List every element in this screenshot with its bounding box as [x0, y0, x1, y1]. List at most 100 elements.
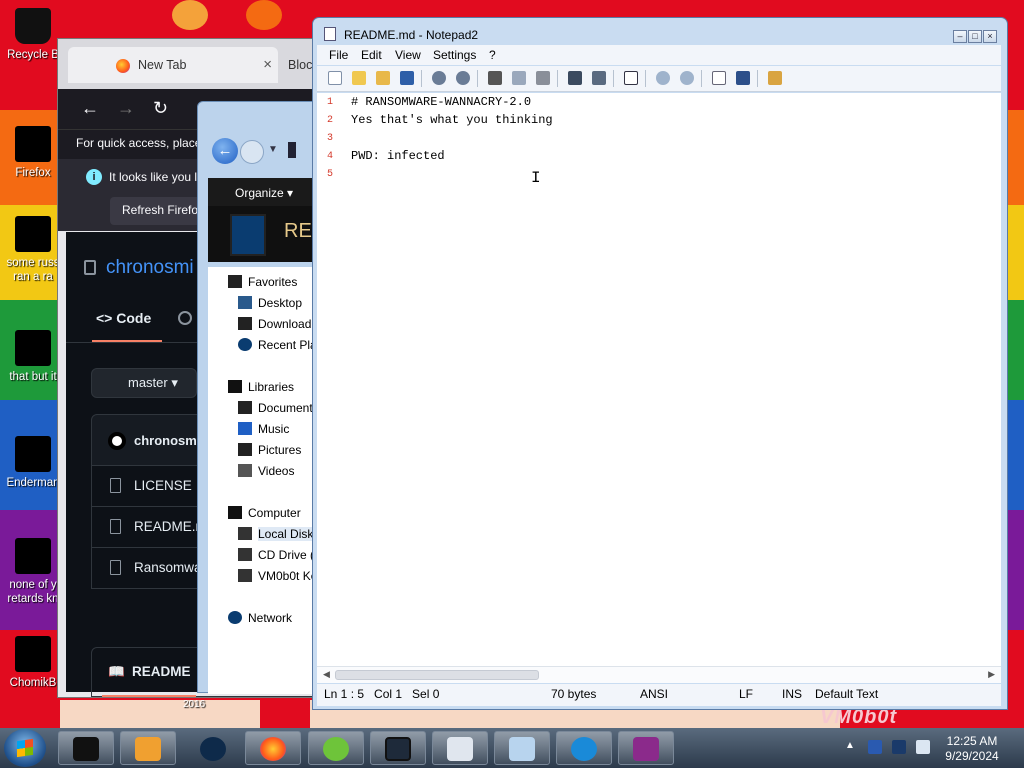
tray-icon[interactable]: [892, 740, 906, 754]
nav-recent-places[interactable]: Recent Pla: [238, 338, 317, 352]
nav-computer[interactable]: Computer: [228, 506, 301, 520]
show-hidden-icons-button[interactable]: ▲: [845, 740, 855, 751]
nav-documents[interactable]: Document: [238, 401, 313, 415]
path-icon: [288, 142, 296, 158]
customize-icon[interactable]: [736, 71, 750, 85]
scrollbar-thumb[interactable]: [335, 670, 539, 680]
file-name: README.m: [134, 519, 207, 534]
taskbar-app[interactable]: [185, 731, 241, 765]
taskbar-app[interactable]: [432, 731, 488, 765]
nav-desktop[interactable]: Desktop: [238, 296, 302, 310]
redo-icon[interactable]: [456, 71, 470, 85]
editor-area[interactable]: 1 2 3 4 5 # RANSOMWARE-WANNACRY-2.0 Yes …: [317, 93, 1001, 666]
nav-cd-drive[interactable]: CD Drive (: [238, 548, 314, 562]
close-button[interactable]: ×: [983, 30, 997, 43]
status-encoding[interactable]: ANSI: [640, 687, 668, 701]
back-icon[interactable]: ←: [81, 98, 99, 119]
avatar: [108, 432, 126, 450]
taskbar-app[interactable]: [58, 731, 114, 765]
status-scheme[interactable]: Default Text: [815, 687, 878, 701]
zoom-out-icon[interactable]: [680, 71, 694, 85]
select-scheme-icon[interactable]: [712, 71, 726, 85]
taskbar-app[interactable]: [556, 731, 612, 765]
status-eol[interactable]: LF: [739, 687, 753, 701]
clock-time: 12:25 AM: [946, 734, 998, 748]
nav-pictures[interactable]: Pictures: [238, 443, 302, 457]
menu-settings[interactable]: Settings: [433, 48, 476, 62]
notepad2-window[interactable]: README.md - Notepad2 – □ × File Edit View …: [312, 17, 1008, 710]
toolbar-separator: [701, 70, 702, 87]
internet-explorer-icon: [571, 737, 597, 761]
file-icon: [110, 519, 121, 534]
network-tray-icon[interactable]: [916, 740, 930, 754]
new-icon[interactable]: [328, 71, 342, 85]
firefox-icon: [260, 737, 286, 761]
file-icon: [15, 636, 51, 672]
status-size: 70 bytes: [551, 687, 597, 701]
taskbar-app[interactable]: [120, 731, 176, 765]
maximize-button[interactable]: □: [968, 30, 982, 43]
undo-icon[interactable]: [432, 71, 446, 85]
menu-file[interactable]: File: [329, 48, 348, 62]
nav-label: Pictures: [258, 443, 302, 457]
desktop-icon: [238, 296, 252, 309]
horizontal-scrollbar[interactable]: ◀ ▶: [317, 666, 1001, 683]
zoom-in-icon[interactable]: [656, 71, 670, 85]
forward-button[interactable]: [240, 140, 264, 164]
organize-menu[interactable]: Organize ▾: [208, 178, 326, 206]
replace-icon[interactable]: [592, 71, 606, 85]
nav-videos[interactable]: Videos: [238, 464, 294, 478]
nav-label: Favorites: [248, 275, 298, 289]
text-cursor-icon: I: [531, 169, 541, 187]
taskbar-app[interactable]: [308, 731, 364, 765]
nav-downloads[interactable]: Download: [238, 317, 311, 331]
close-tab-icon[interactable]: ×: [263, 56, 272, 73]
wordwrap-icon[interactable]: [624, 71, 638, 85]
scroll-left-icon[interactable]: ◀: [323, 669, 330, 680]
winrar-icon: [633, 737, 659, 761]
paste-icon[interactable]: [536, 71, 550, 85]
navigation-pane: Favorites Desktop Download Recent Pla Li…: [208, 267, 328, 694]
tab-new-tab[interactable]: New Tab ×: [68, 47, 278, 83]
branch-selector[interactable]: master ▾: [91, 368, 197, 398]
nav-network[interactable]: Network: [228, 611, 292, 625]
tray-icon[interactable]: [868, 740, 882, 754]
cut-icon[interactable]: [488, 71, 502, 85]
menu-help[interactable]: ?: [489, 48, 496, 62]
explorer-window[interactable]: ← ▼ Organize ▾ REA Favorites Desktop Dow…: [197, 101, 328, 694]
scroll-right-icon[interactable]: ▶: [988, 669, 995, 680]
nav-music[interactable]: Music: [238, 422, 289, 436]
tab-bloc[interactable]: Bloc: [288, 58, 312, 72]
menu-view[interactable]: View: [395, 48, 421, 62]
start-button[interactable]: [4, 729, 46, 767]
issues-icon[interactable]: [178, 311, 192, 325]
clock[interactable]: 12:25 AM 9/29/2024: [935, 734, 1009, 764]
screen-icon: [385, 737, 411, 761]
downloads-icon: [238, 317, 252, 330]
nav-libraries[interactable]: Libraries: [228, 380, 294, 394]
title-bar[interactable]: README.md - Notepad2 – □ ×: [313, 18, 1007, 46]
repo-name-link[interactable]: chronosmi: [106, 257, 194, 279]
nav-favorites[interactable]: Favorites: [228, 275, 298, 289]
save-icon[interactable]: [400, 71, 414, 85]
taskbar-app[interactable]: [370, 731, 426, 765]
commit-user[interactable]: chronosmi: [134, 433, 200, 448]
reload-icon[interactable]: ↻: [153, 98, 168, 119]
chevron-down-icon[interactable]: ▼: [268, 144, 278, 155]
nav-vm0b0t[interactable]: VM0b0t Ke: [238, 569, 317, 583]
taskbar-app[interactable]: [494, 731, 550, 765]
minimize-button[interactable]: –: [953, 30, 967, 43]
menu-edit[interactable]: Edit: [361, 48, 382, 62]
tab-code[interactable]: <> Code: [96, 310, 151, 326]
exit-icon[interactable]: [768, 71, 782, 85]
find-icon[interactable]: [568, 71, 582, 85]
copy-icon[interactable]: [512, 71, 526, 85]
refresh-firefox-button[interactable]: Refresh Firefox: [110, 197, 210, 225]
browse-icon[interactable]: [376, 71, 390, 85]
taskbar-app[interactable]: [618, 731, 674, 765]
taskbar-app[interactable]: [245, 731, 301, 765]
forward-icon[interactable]: →: [117, 98, 135, 119]
nav-local-disk[interactable]: Local Disk: [238, 527, 314, 541]
open-icon[interactable]: [352, 71, 366, 85]
back-button[interactable]: ←: [212, 138, 238, 164]
